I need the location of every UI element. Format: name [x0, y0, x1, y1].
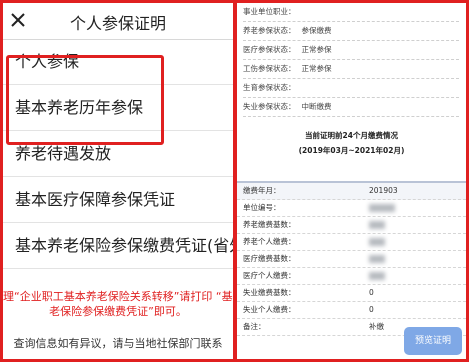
status-label: 失业参保状态： [243, 102, 296, 111]
redacted-value [369, 251, 385, 267]
table-row: 医疗缴费基数： [237, 251, 466, 268]
row-value: 0 [369, 288, 374, 297]
table-row: 缴费年月： 201903 [237, 183, 466, 200]
status-line: 养老参保状态： 参保缴费 [243, 22, 459, 41]
status-label: 工伤参保状态： [243, 64, 296, 73]
row-label: 医疗个人缴费： [243, 271, 296, 280]
status-line: 工伤参保状态： 正常参保 [243, 60, 459, 79]
table-row: 养老缴费基数： [237, 217, 466, 234]
row-value: 补缴 [369, 322, 384, 331]
table-row: 单位编号： [237, 200, 466, 217]
status-label: 养老参保状态： [243, 26, 296, 35]
status-label: 事业单位职业： [243, 7, 296, 16]
status-value: 正常参保 [301, 45, 332, 54]
row-label: 医疗缴费基数： [243, 254, 296, 263]
table-row: 失业缴费基数： 0 [237, 285, 466, 302]
bottom-note: 查询信息如有异议，请与当地社保部门联系 [13, 337, 223, 350]
status-line: 事业单位职业： [243, 3, 459, 22]
status-line: 失业参保状态： 中断缴费 [243, 98, 459, 117]
left-panel: 个人参保证明 个人参保 基本养老历年参保 养老待遇发放 基本医疗保障参保凭证 基… [3, 3, 233, 359]
notice-line-2: 老保险参保缴费凭证”即可。 [49, 305, 187, 318]
transfer-notice: 理“企业职工基本养老保险关系转移”请打印 “基本 老保险参保缴费凭证”即可。 [3, 289, 233, 319]
status-value: 参保缴费 [301, 26, 332, 35]
redacted-value [369, 200, 395, 216]
status-line: 生育参保状态： [243, 79, 459, 98]
status-line: 医疗参保状态： 正常参保 [243, 41, 459, 60]
row-label: 备注： [243, 322, 266, 331]
menu-item-pension-payout[interactable]: 养老待遇发放 [3, 131, 233, 177]
notice-line-1: 理“企业职工基本养老保险关系转移”请打印 “基本 [3, 290, 233, 303]
table-row: 失业个人缴费： 0 [237, 302, 466, 319]
menu-list: 个人参保 基本养老历年参保 养老待遇发放 基本医疗保障参保凭证 基本养老保险参保… [3, 39, 233, 269]
row-label: 单位编号： [243, 203, 281, 212]
menu-item-medical-certificate[interactable]: 基本医疗保障参保凭证 [3, 177, 233, 223]
insurance-status-section: 事业单位职业： 养老参保状态： 参保缴费 医疗参保状态： 正常参保 工伤参保状态： 正… [243, 3, 459, 117]
row-label: 失业个人缴费： [243, 305, 296, 314]
row-value: 201903 [369, 186, 398, 195]
status-value: 正常参保 [301, 64, 332, 73]
top-bar: 个人参保证明 [3, 3, 233, 40]
row-label: 养老个人缴费： [243, 237, 296, 246]
row-label: 失业缴费基数： [243, 288, 296, 297]
right-panel: 事业单位职业： 养老参保状态： 参保缴费 医疗参保状态： 正常参保 工伤参保状态： 正… [237, 3, 466, 359]
preview-certificate-button[interactable]: 预览证明 [404, 327, 462, 355]
payment-summary: 当前证明前24个月缴费情况 (2019年03月~2021年02月) [237, 128, 466, 158]
summary-period: (2019年03月~2021年02月) [298, 146, 405, 155]
menu-item-pension-payment-certificate[interactable]: 基本养老保险参保缴费凭证(省外) [3, 223, 233, 269]
redacted-value [369, 217, 385, 233]
redacted-value [369, 268, 385, 284]
table-row: 医疗个人缴费： [237, 268, 466, 285]
row-value: 0 [369, 305, 374, 314]
summary-title: 当前证明前24个月缴费情况 [305, 131, 398, 140]
menu-item-pension-history[interactable]: 基本养老历年参保 [3, 85, 233, 131]
status-label: 医疗参保状态： [243, 45, 296, 54]
table-row: 养老个人缴费： [237, 234, 466, 251]
menu-item-personal-insurance[interactable]: 个人参保 [3, 39, 233, 85]
redacted-value [369, 234, 385, 250]
row-label: 养老缴费基数： [243, 220, 296, 229]
row-label: 缴费年月： [243, 186, 281, 195]
status-value: 中断缴费 [301, 102, 332, 111]
status-label: 生育参保状态： [243, 83, 296, 92]
page-title: 个人参保证明 [69, 14, 166, 33]
